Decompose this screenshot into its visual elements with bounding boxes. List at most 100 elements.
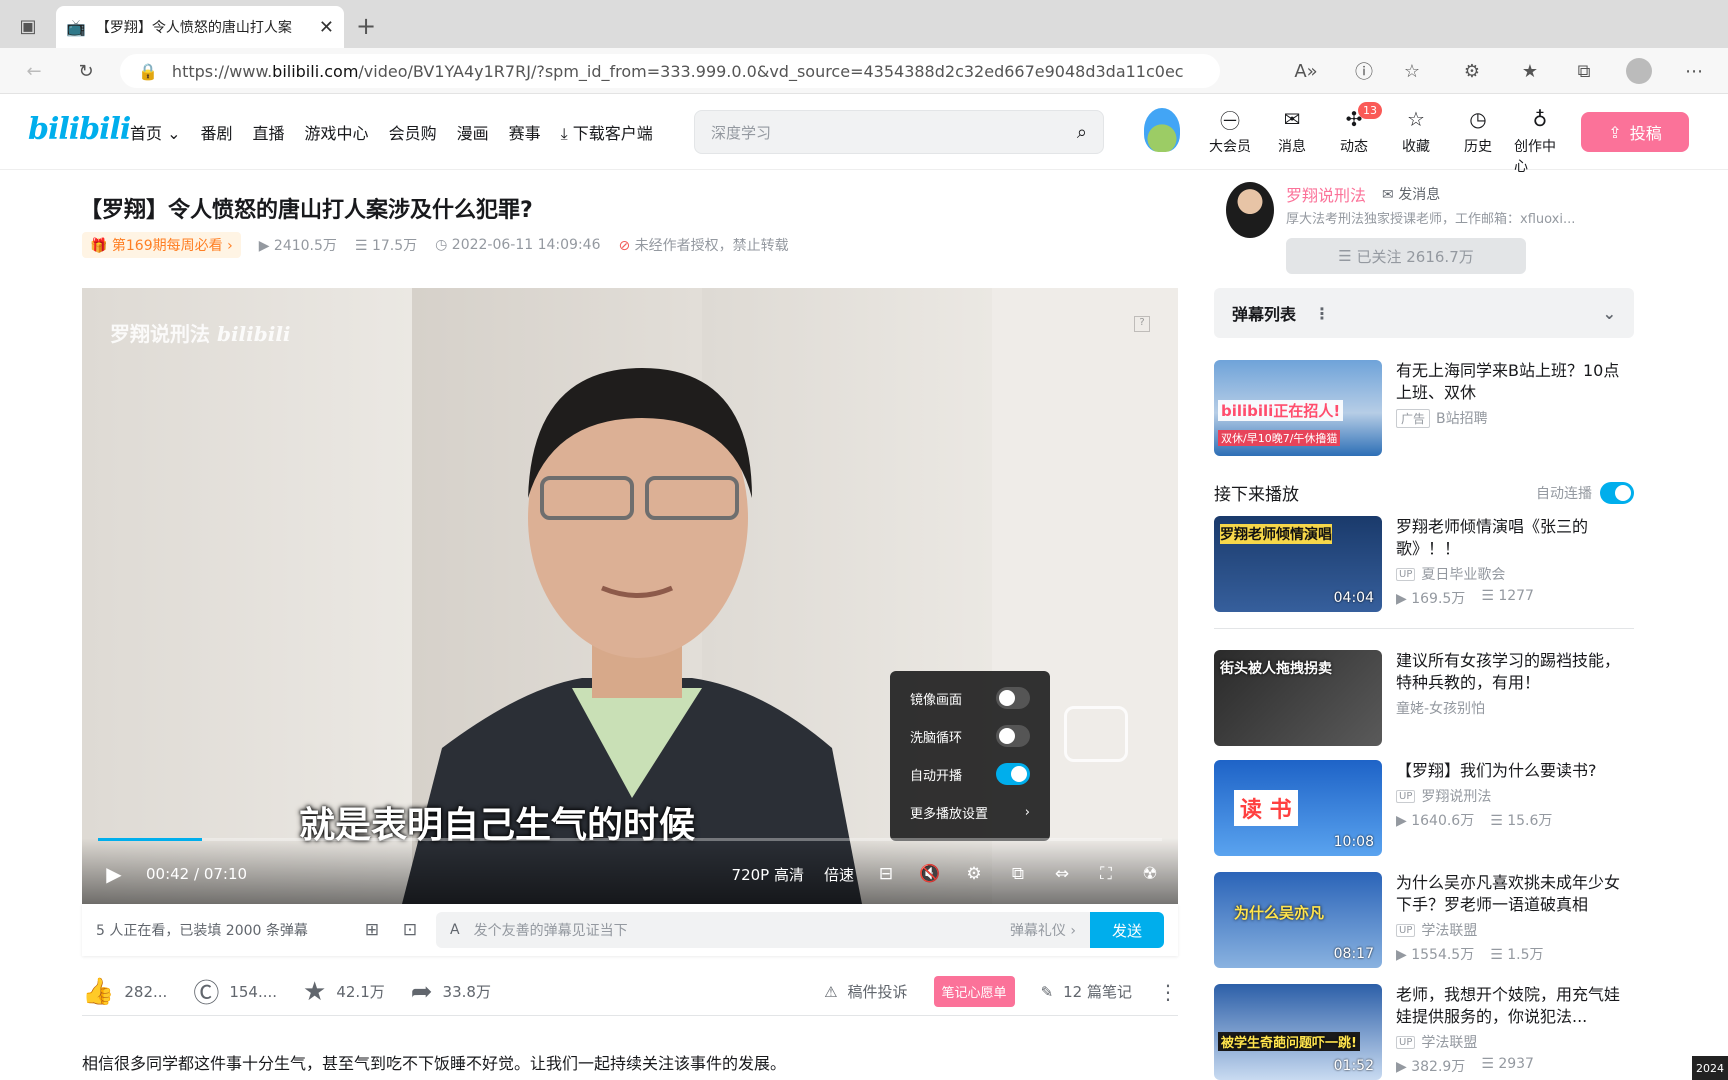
nav-home[interactable]: 首页 ⌄ — [130, 120, 181, 144]
setting-autoplay[interactable]: 自动开播 — [910, 755, 1030, 793]
report-button[interactable]: ⚠ 稿件投诉 — [824, 981, 907, 1002]
coin-button[interactable]: Ⓒ 154.... — [193, 973, 277, 1010]
more-actions-icon[interactable]: ⋮ — [1158, 980, 1178, 1004]
loop-toggle[interactable] — [996, 725, 1030, 747]
close-tab-icon[interactable]: ✕ — [319, 17, 334, 38]
danmaku-input[interactable]: A 发个友善的弹幕见证当下 弹幕礼仪 › — [436, 912, 1090, 948]
uploader-name[interactable]: 罗翔说刑法 — [1286, 182, 1366, 206]
header-favorites[interactable]: ☆ 收藏 — [1390, 106, 1442, 176]
upload-button[interactable]: ⇪ 投稿 — [1581, 112, 1689, 152]
danmaku-list-panel[interactable]: 弹幕列表 ⋮ ⌄ — [1214, 288, 1634, 338]
rec-card[interactable]: 街头被人拖拽拐卖 建议所有女孩学习的踢裆技能，特种兵教的，有用！ 童姥-女孩别怕 — [1214, 650, 1634, 746]
header-vip[interactable]: ㊀ 大会员 — [1204, 106, 1256, 176]
header-history[interactable]: ◷ 历史 — [1452, 106, 1504, 176]
rec-card[interactable]: 被学生奇葩问题吓一跳! 01:52 老师，我想开个妓院，用充气娃娃提供服务的，你… — [1214, 984, 1634, 1080]
read-aloud-icon[interactable]: A» — [1294, 59, 1318, 83]
collections-icon[interactable]: ⧉ — [1572, 59, 1596, 83]
browser-tab[interactable]: 📺 【罗翔】令人愤怒的唐山打人案 ✕ — [56, 6, 344, 48]
danmaku-toggle-icon[interactable]: ⊞ — [360, 918, 384, 942]
share-button[interactable]: ➦ 33.8万 — [411, 977, 491, 1007]
nav-live[interactable]: 直播 — [253, 120, 285, 144]
chevron-down-icon[interactable]: ⌄ — [1603, 304, 1616, 323]
rec-uploader[interactable]: 夏日毕业歌会 — [1421, 564, 1505, 584]
rec-uploader[interactable]: 学法联盟 — [1421, 920, 1477, 940]
progress-bar[interactable] — [98, 838, 1162, 841]
nav-anime[interactable]: 番剧 — [201, 120, 233, 144]
widescreen-icon[interactable]: ⇔ — [1050, 862, 1074, 886]
send-danmaku-button[interactable]: 发送 — [1090, 912, 1164, 948]
new-tab-icon[interactable]: + — [354, 12, 378, 40]
header-dynamic[interactable]: ✣ 13 动态 — [1328, 102, 1382, 176]
rec-title[interactable]: 【罗翔】我们为什么要读书? — [1396, 760, 1634, 782]
picture-in-picture-icon[interactable]: ⧉ — [1006, 862, 1030, 886]
rec-card[interactable]: 为什么吴亦凡 08:17 为什么吴亦凡喜欢挑未成年少女下手？罗老师一语道破真相 … — [1214, 872, 1634, 968]
rec-thumb-text: 被学生奇葩问题吓一跳! — [1218, 1032, 1360, 1051]
video-player[interactable]: 罗翔说刑法 bilibili ? 就是表明自己生气的时候 镜像画面 洗脑循环 自… — [82, 288, 1178, 904]
uploader-avatar[interactable] — [1226, 182, 1274, 238]
notes-button[interactable]: ✎ 12 篇笔记 — [1041, 981, 1132, 1002]
nav-shop[interactable]: 会员购 — [389, 120, 437, 144]
bilibili-logo[interactable]: bilibili — [28, 112, 131, 147]
speed-button[interactable]: 倍速 — [824, 864, 854, 885]
header-creator[interactable]: ♁ 创作中心 — [1514, 106, 1566, 176]
more-settings[interactable]: 更多播放设置 › — [910, 793, 1030, 831]
nav-game[interactable]: 游戏中心 — [305, 120, 369, 144]
setting-loop[interactable]: 洗脑循环 — [910, 717, 1030, 755]
rec-uploader[interactable]: 学法联盟 — [1421, 1032, 1477, 1052]
favorite-button[interactable]: ★ 42.1万 — [303, 977, 385, 1007]
tab-actions-icon[interactable]: ▣ — [16, 14, 40, 38]
help-icon[interactable]: ? — [1134, 316, 1150, 332]
search-input[interactable]: 深度学习 ⌕ — [694, 110, 1104, 154]
more-options-icon[interactable]: ⋮ — [1314, 304, 1330, 323]
rec-title[interactable]: 建议所有女孩学习的踢裆技能，特种兵教的，有用！ — [1396, 650, 1634, 694]
autoplay-next-toggle[interactable] — [1600, 481, 1634, 504]
rec-title[interactable]: 老师，我想开个妓院，用充气娃娃提供服务的，你说犯法... — [1396, 984, 1634, 1028]
setting-mirror[interactable]: 镜像画面 — [910, 679, 1030, 717]
quality-button[interactable]: 720P 高清 — [732, 864, 804, 885]
follow-button[interactable]: ☰ 已关注 2616.7万 — [1286, 238, 1526, 274]
ad-card[interactable]: bilibili正在招人! 双休/早10晚7/午休撸猫 有无上海同学来B站上班？… — [1214, 360, 1634, 456]
like-button[interactable]: 👍 282... — [82, 977, 167, 1007]
play-icon[interactable]: ▶ — [102, 862, 126, 886]
extensions-icon[interactable]: ⚙ — [1460, 59, 1484, 83]
refresh-icon[interactable]: ↻ — [74, 59, 98, 83]
rec-views: ▶ 382.9万 — [1396, 1059, 1466, 1075]
add-favorite-icon[interactable]: ☆ — [1400, 59, 1424, 83]
rec-uploader[interactable]: 童姥-女孩别怕 — [1396, 698, 1485, 718]
subtitle-off-icon[interactable]: ⊟ — [874, 862, 898, 886]
activity-flask-icon[interactable] — [1144, 108, 1180, 152]
more-menu-icon[interactable]: ⋯ — [1682, 59, 1706, 83]
ad-title[interactable]: 有无上海同学来B站上班？10点上班、双休 — [1396, 360, 1634, 404]
web-fullscreen-icon[interactable]: ⛶ — [1094, 862, 1118, 886]
profile-avatar[interactable] — [1626, 58, 1652, 84]
ad-thumb-text: bilibili正在招人! — [1218, 400, 1344, 421]
nav-download[interactable]: ⤓ 下载客户端 — [561, 120, 653, 144]
rec-card[interactable]: 罗翔老师倾情演唱 04:04 罗翔老师倾情演唱《张三的歌》！！ UP 夏日毕业歌会… — [1214, 516, 1634, 612]
extension-info-icon[interactable]: ⓘ — [1352, 59, 1376, 83]
fullscreen-icon[interactable]: ☢ — [1138, 862, 1162, 886]
mute-icon[interactable]: 🔇 — [918, 862, 942, 886]
header-message[interactable]: ✉ 消息 — [1266, 106, 1318, 176]
rec-uploader[interactable]: 罗翔说刑法 — [1421, 786, 1491, 806]
send-message-button[interactable]: ✉ 发消息 — [1382, 184, 1440, 204]
favorites-icon[interactable]: ★ — [1518, 59, 1542, 83]
rec-card[interactable]: 读 书 10:08 【罗翔】我们为什么要读书? UP 罗翔说刑法 ▶ 1640.6… — [1214, 760, 1634, 856]
weekly-badge[interactable]: 🎁 第169期每周必看 › — [82, 232, 241, 258]
note-wishlist-badge[interactable]: 笔记心愿单 — [933, 976, 1015, 1007]
text-style-icon[interactable]: A — [450, 922, 460, 938]
url-text: https://www.bilibili.com/video/BV1YA4y1R… — [171, 61, 1184, 81]
search-icon[interactable]: ⌕ — [1077, 122, 1087, 143]
mirror-toggle[interactable] — [996, 687, 1030, 709]
nav-manga[interactable]: 漫画 — [457, 120, 489, 144]
danmaku-settings-icon[interactable]: ⊡ — [398, 918, 422, 942]
rec-title[interactable]: 罗翔老师倾情演唱《张三的歌》！！ — [1396, 516, 1634, 560]
nav-match[interactable]: 赛事 — [509, 120, 541, 144]
rec-title[interactable]: 为什么吴亦凡喜欢挑未成年少女下手？罗老师一语道破真相 — [1396, 872, 1634, 916]
danmaku-etiquette[interactable]: 弹幕礼仪 › — [1010, 920, 1076, 940]
header-creator-label: 创作中心 — [1514, 139, 1556, 175]
mail-icon: ✉ — [1382, 187, 1394, 203]
back-icon[interactable]: ← — [22, 59, 46, 83]
autoplay-toggle[interactable] — [996, 763, 1030, 785]
url-field[interactable]: 🔒 https://www.bilibili.com/video/BV1YA4y… — [120, 54, 1220, 88]
settings-icon[interactable]: ⚙ — [962, 862, 986, 886]
